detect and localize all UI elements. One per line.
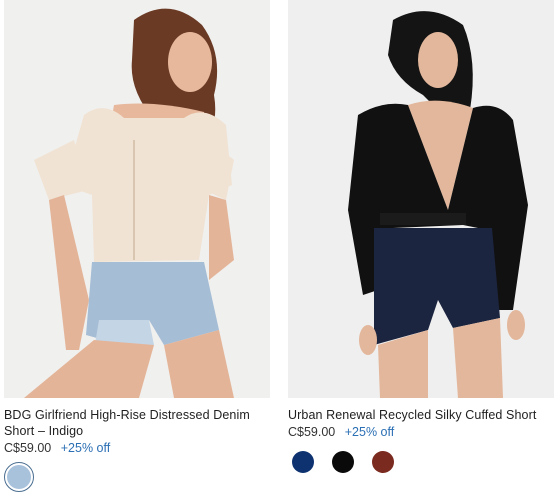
product-title[interactable]: BDG Girlfriend High-Rise Distressed Deni… (4, 407, 270, 439)
color-swatch-indigo[interactable] (4, 462, 34, 492)
discount-badge: +25% off (60, 441, 111, 455)
product-card: BDG Girlfriend High-Rise Distressed Deni… (4, 0, 270, 492)
color-swatches (292, 451, 554, 473)
product-price: C$59.00 (4, 441, 52, 455)
color-swatch-black[interactable] (332, 451, 354, 473)
swatch-fill (7, 465, 31, 489)
model-photo-left (4, 0, 270, 398)
product-grid: BDG Girlfriend High-Rise Distressed Deni… (0, 0, 555, 492)
product-card: Urban Renewal Recycled Silky Cuffed Shor… (288, 0, 554, 473)
product-image[interactable] (4, 0, 270, 398)
color-swatch-navy[interactable] (292, 451, 314, 473)
product-title[interactable]: Urban Renewal Recycled Silky Cuffed Shor… (288, 407, 554, 423)
model-photo-right (288, 0, 554, 398)
product-image[interactable] (288, 0, 554, 398)
color-swatch-burgundy[interactable] (372, 451, 394, 473)
price-row: C$59.00 +25% off (288, 424, 554, 440)
discount-badge: +25% off (344, 425, 395, 439)
product-price: C$59.00 (288, 425, 336, 439)
price-row: C$59.00 +25% off (4, 440, 270, 456)
